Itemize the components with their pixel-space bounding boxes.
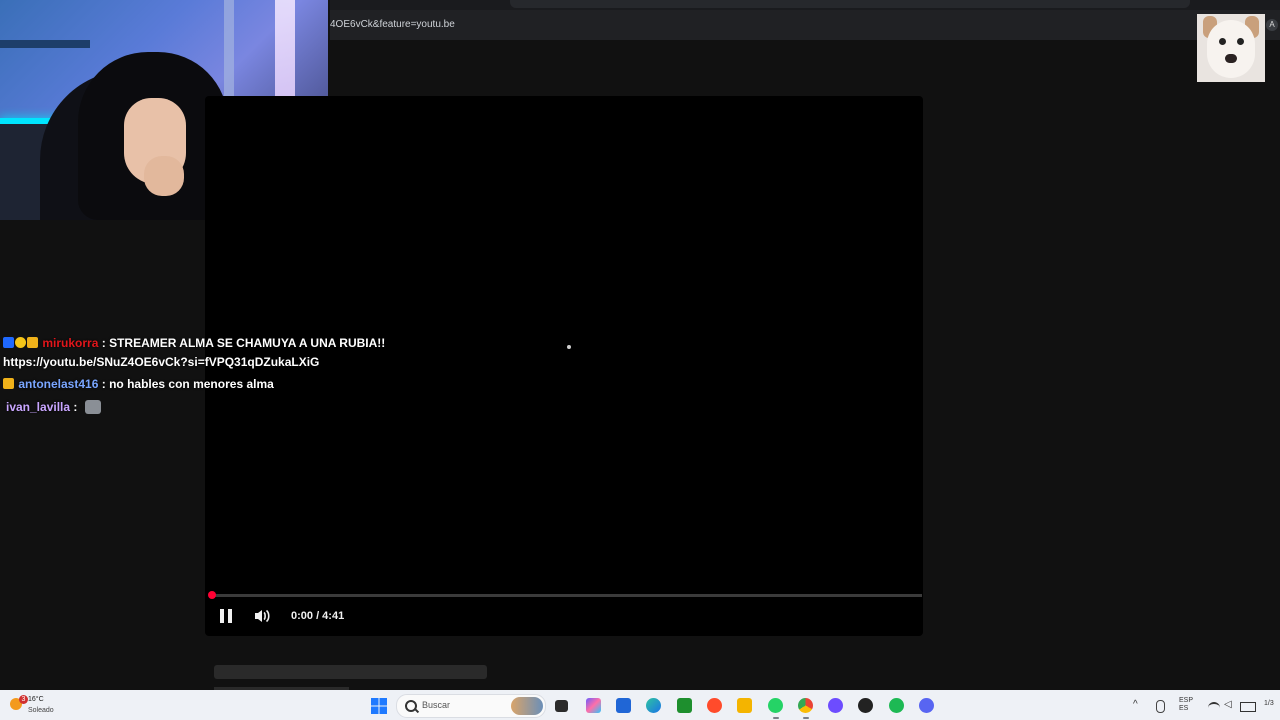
chat-message-continuation: https://youtu.be/SNuZ4OE6vCk?si=fVPQ31qD… [3, 355, 319, 369]
chat-text: no hables con menores alma [109, 377, 274, 391]
chat-username: ivan_lavilla [6, 400, 71, 414]
loading-spinner-icon [567, 345, 571, 349]
taskbar-search-box[interactable]: Buscar [396, 694, 546, 718]
search-highlight-image [511, 697, 543, 715]
dog-eye-right [1237, 38, 1244, 45]
dog-nose [1225, 54, 1237, 63]
pause-icon [220, 609, 224, 623]
windows-logo-icon [371, 698, 387, 714]
pause-button[interactable] [219, 609, 233, 623]
chat-separator: : [101, 336, 106, 350]
chat-message: mirukorra : STREAMER ALMA SE CHAMUYA A U… [3, 336, 385, 350]
chat-username: antonelast416 [18, 377, 99, 391]
microphone-icon[interactable] [1156, 700, 1165, 713]
clock[interactable]: 1/3 [1264, 700, 1274, 707]
profile-icon[interactable]: A [1266, 19, 1278, 31]
xbox-icon[interactable] [677, 698, 692, 713]
opera-gx-icon[interactable] [707, 698, 722, 713]
progress-bar[interactable] [212, 594, 922, 597]
progress-scrubber[interactable] [208, 591, 216, 599]
dog-eye-left [1219, 38, 1226, 45]
weather-widget[interactable]: 3 16°C Soleado [8, 695, 68, 717]
volume-tray-icon[interactable]: ◁ [1224, 699, 1232, 710]
video-title-placeholder [214, 665, 487, 679]
davinci-icon[interactable] [858, 698, 873, 713]
language-bottom: ES [1179, 705, 1189, 712]
volume-button[interactable] [253, 607, 271, 625]
active-app-indicator [803, 717, 809, 719]
wifi-icon[interactable] [1208, 702, 1220, 712]
webcam-wall-decor [224, 0, 234, 110]
windows-taskbar: 3 16°C Soleado Buscar ^ ESP ES ◁ 1/3 [0, 690, 1280, 720]
chat-message: antonelast416 : no hables con menores al… [3, 377, 274, 391]
chevron-up-icon[interactable]: ^ [1133, 699, 1138, 710]
copilot-icon[interactable] [586, 698, 601, 713]
file-explorer-icon[interactable] [737, 698, 752, 713]
dog-head [1207, 20, 1255, 78]
edge-icon[interactable] [646, 698, 661, 713]
cat-emote-icon [84, 400, 101, 414]
obs-icon[interactable] [828, 698, 843, 713]
weather-temperature: 16°C [28, 696, 44, 703]
browser-tab[interactable] [510, 0, 1190, 8]
store-icon[interactable] [616, 698, 631, 713]
active-app-indicator [773, 717, 779, 719]
crown-badge-icon [3, 378, 14, 389]
whatsapp-icon[interactable] [768, 698, 783, 713]
webcam-shelf [0, 40, 90, 48]
chat-link[interactable]: https://youtu.be/SNuZ4OE6vCk?si=fVPQ31qD… [3, 355, 319, 369]
chat-message: ivan_lavilla : [6, 400, 101, 414]
webcam-person-hand [144, 156, 184, 196]
volume-icon [255, 609, 270, 623]
weather-condition: Soleado [28, 707, 54, 714]
search-icon [405, 700, 417, 712]
chrome-icon[interactable] [798, 698, 813, 713]
start-icon[interactable] [371, 698, 387, 714]
chat-separator: : [73, 400, 78, 414]
search-placeholder: Buscar [422, 700, 451, 710]
language-top: ESP [1179, 697, 1194, 704]
task-view-icon[interactable] [555, 700, 568, 712]
weather-alert-badge: 3 [19, 695, 28, 704]
time-display: 0:00 / 4:41 [291, 610, 345, 622]
chat-text: STREAMER ALMA SE CHAMUYA A UNA RUBIA!! [109, 336, 386, 350]
spotify-icon[interactable] [889, 698, 904, 713]
browser-tabstrip [330, 0, 1280, 10]
sub-1-badge-icon [15, 337, 26, 348]
address-bar[interactable]: 4OE6vCk&feature=youtu.be [330, 10, 1280, 40]
prime-badge-icon [3, 337, 14, 348]
battery-icon[interactable] [1240, 702, 1256, 712]
chat-separator: : [101, 377, 106, 391]
dog-cam-avatar [1197, 14, 1265, 82]
language-indicator[interactable]: ESP ES [1179, 697, 1193, 712]
crown-badge-icon [27, 337, 38, 348]
pause-icon-bar [228, 609, 232, 623]
chat-username: mirukorra [42, 336, 99, 350]
discord-icon[interactable] [919, 698, 934, 713]
address-bar-url[interactable]: 4OE6vCk&feature=youtu.be [330, 19, 455, 30]
